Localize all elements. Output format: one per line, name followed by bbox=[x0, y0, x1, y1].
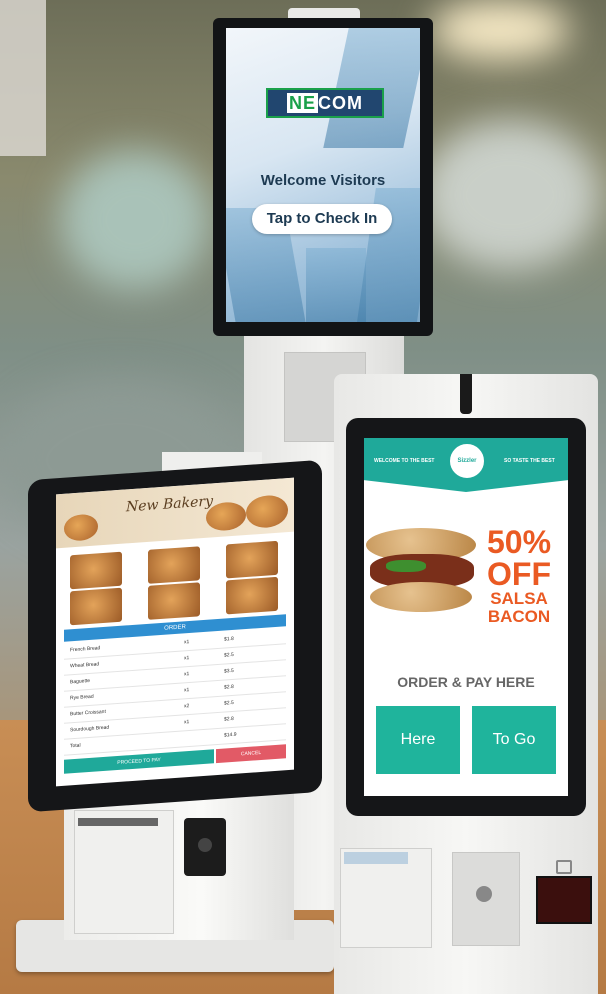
offer-percent: 50% bbox=[486, 524, 552, 560]
cancel-button[interactable]: CANCEL bbox=[216, 744, 286, 764]
offer-item: SALSA bbox=[490, 589, 548, 608]
to-go-button[interactable]: To Go bbox=[472, 706, 556, 774]
menu-tile[interactable] bbox=[148, 582, 200, 620]
nexcom-logo: NE COM bbox=[266, 88, 384, 118]
item-name: French Bread bbox=[70, 645, 101, 654]
receipt-slot bbox=[344, 852, 408, 864]
bun-bottom bbox=[370, 582, 472, 612]
offer-word: OFF bbox=[487, 556, 551, 592]
item-price: $2.8 bbox=[224, 683, 234, 691]
here-button[interactable]: Here bbox=[376, 706, 460, 774]
bg-light-blob bbox=[430, 0, 570, 60]
nfc-icon bbox=[556, 860, 572, 874]
item-name: Wheat Bread bbox=[70, 661, 100, 670]
item-price: $1.8 bbox=[224, 635, 234, 643]
item-qty: x1 bbox=[184, 655, 190, 662]
item-name: Sourdough Bread bbox=[70, 724, 110, 734]
order-pay-heading: ORDER & PAY HERE bbox=[397, 674, 535, 690]
item-price: $3.5 bbox=[224, 667, 234, 675]
item-qty: x1 bbox=[184, 671, 190, 678]
menu-tile[interactable] bbox=[70, 587, 122, 626]
sandwich-image bbox=[366, 528, 476, 614]
receipt-slot bbox=[78, 818, 158, 826]
menu-tile[interactable] bbox=[70, 551, 122, 590]
item-name: Rye Bread bbox=[70, 693, 94, 702]
card-reader-icon bbox=[476, 886, 492, 902]
item-qty: x1 bbox=[184, 639, 190, 646]
item-qty: x1 bbox=[184, 719, 190, 726]
building-graphic bbox=[306, 248, 366, 322]
item-price: $2.8 bbox=[224, 715, 234, 723]
offer-item: BACON bbox=[487, 607, 551, 626]
background-window bbox=[0, 0, 46, 156]
header-left-text: WELCOME TO THE BEST bbox=[374, 458, 435, 464]
item-price: $2.5 bbox=[224, 651, 234, 659]
menu-tile[interactable] bbox=[226, 576, 278, 615]
brand-badge: Sizzler bbox=[448, 442, 486, 480]
bg-light-blob bbox=[420, 120, 600, 270]
item-price: $2.5 bbox=[224, 699, 234, 707]
camera-icon bbox=[460, 374, 472, 414]
logo-part: COM bbox=[318, 93, 363, 113]
item-name: Total bbox=[70, 742, 81, 750]
kiosk-right-screen[interactable]: WELCOME TO THE BEST SO TASTE THE BEST Si… bbox=[364, 438, 568, 796]
menu-tile[interactable] bbox=[226, 540, 278, 579]
welcome-text: Welcome Visitors bbox=[260, 172, 386, 189]
header-right-text: SO TASTE THE BEST bbox=[504, 458, 555, 464]
item-qty: x1 bbox=[184, 687, 190, 694]
bread-image bbox=[64, 513, 98, 542]
menu-tile[interactable] bbox=[148, 546, 200, 584]
logo-part: NE bbox=[286, 93, 318, 113]
kiosk-left-screen[interactable]: New Bakery ORDER French Bread x1 $1.8 Whea… bbox=[56, 477, 294, 787]
item-qty: x2 bbox=[184, 703, 190, 710]
kiosk-left-printer bbox=[74, 810, 174, 934]
item-name: Baguette bbox=[70, 677, 91, 686]
item-price: $14.9 bbox=[224, 731, 237, 739]
lettuce bbox=[386, 560, 426, 572]
scanner-lens-icon bbox=[198, 838, 212, 852]
bg-light-blob bbox=[60, 150, 210, 290]
item-name: Butter Croissant bbox=[70, 708, 106, 718]
offer-text: 50% OFF SALSA BACON bbox=[474, 526, 564, 626]
bread-image bbox=[246, 494, 288, 530]
check-in-button[interactable]: Tap to Check In bbox=[252, 204, 392, 234]
nfc-reader bbox=[536, 876, 592, 924]
